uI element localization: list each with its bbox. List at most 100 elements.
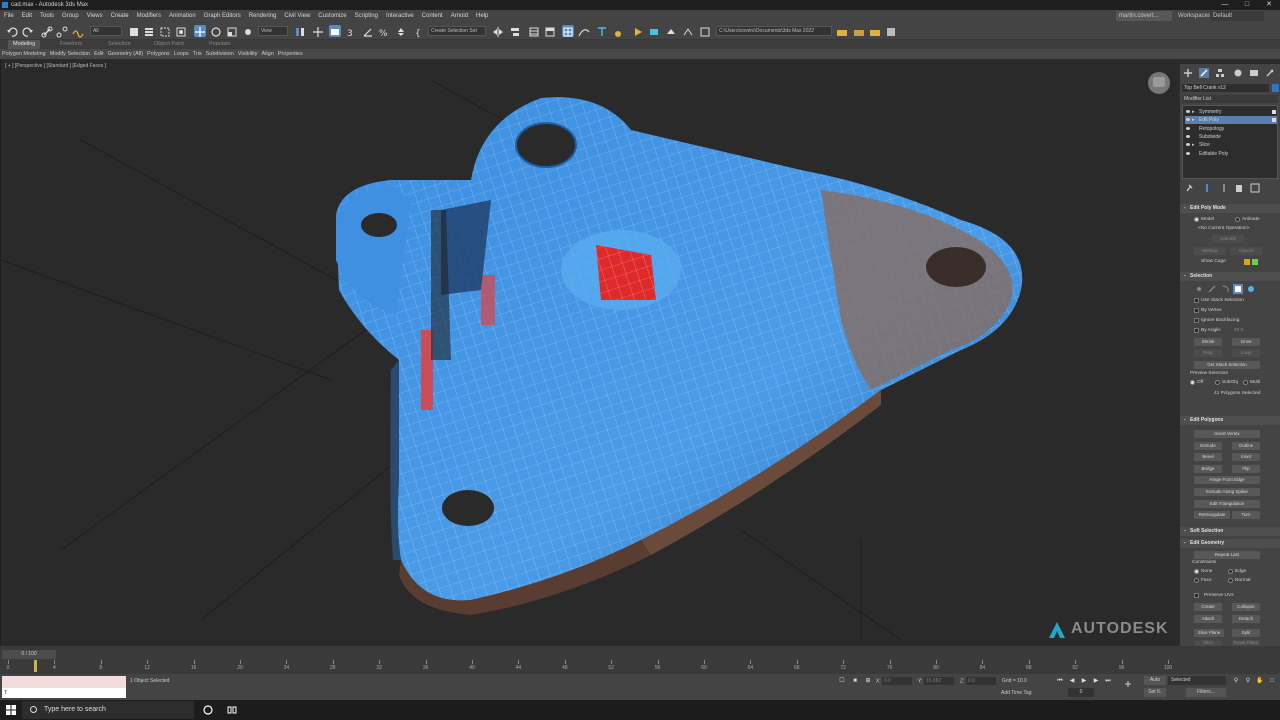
ribbon-panel-tris[interactable]: Tris (191, 49, 204, 59)
display-tab-icon[interactable] (1249, 68, 1259, 78)
rollout-header[interactable]: Soft Selection (1180, 527, 1280, 536)
element-mode-icon[interactable] (1246, 284, 1256, 294)
menu-create[interactable]: Create (107, 10, 133, 22)
edit-triangulation-button[interactable]: Edit Triangulation (1194, 500, 1260, 508)
goto-end-icon[interactable]: ⏭ (1104, 677, 1112, 685)
menu-rendering[interactable]: Rendering (245, 10, 281, 22)
save-folder-icon[interactable] (869, 25, 881, 37)
menu-arnold[interactable]: Arnold (447, 10, 472, 22)
use-stack-selection-checkbox[interactable] (1194, 298, 1199, 303)
task-view-icon[interactable] (227, 705, 237, 715)
ribbon-panel-polygons[interactable]: Polygons (145, 49, 172, 59)
ribbon-panel-align[interactable]: Align (260, 49, 276, 59)
detach-button[interactable]: Detach (1232, 615, 1260, 623)
ribbon-panel-polygon-modeling[interactable]: Polygon Modeling (0, 49, 48, 59)
modifier-list-select[interactable]: Modifier List (1182, 95, 1278, 103)
spinner-snap-icon[interactable] (395, 25, 407, 37)
track-bar[interactable]: 0 4 8 12 16 20 24 28 32 36 40 44 48 52 56 60 64 68 72 76 80 8… (7, 660, 1176, 674)
bevel-button[interactable]: Bevel (1194, 453, 1222, 461)
tab-object-paint[interactable]: Object Paint (154, 40, 184, 49)
zoom-all-icon[interactable]: ⚲ (1244, 677, 1252, 685)
modifier-toggle-icon[interactable] (1272, 110, 1276, 114)
bind-spacewarp-icon[interactable] (72, 25, 84, 38)
render-setup-icon[interactable] (632, 25, 644, 37)
grow-button[interactable]: Grow (1232, 338, 1260, 346)
menu-animation[interactable]: Animation (165, 10, 200, 22)
cage-color-swatch-2[interactable] (1252, 259, 1258, 265)
turn-button[interactable]: Turn (1232, 511, 1260, 519)
ribbon-panel-edit[interactable]: Edit (92, 49, 105, 59)
settings-button[interactable]: Settings (1194, 247, 1226, 255)
menu-modifiers[interactable]: Modifiers (133, 10, 165, 22)
add-time-tag[interactable]: Add Time Tag (1001, 690, 1031, 696)
animate-radio[interactable] (1235, 217, 1240, 222)
menu-views[interactable]: Views (83, 10, 107, 22)
menu-interactive[interactable]: Interactive (382, 10, 418, 22)
project-path-select[interactable]: C:\Users\covers\Documents\3ds Max 2022 (716, 26, 832, 36)
ribbon-panel-properties[interactable]: Properties (276, 49, 305, 59)
schematic-view-icon[interactable] (596, 25, 608, 37)
flip-button[interactable]: Flip (1232, 465, 1260, 473)
project-settings-icon[interactable] (885, 25, 897, 37)
modifier-toggle-icon[interactable] (1272, 118, 1276, 123)
menu-tools[interactable]: Tools (36, 10, 58, 22)
selection-filter-select[interactable]: All (90, 26, 122, 36)
snaps-toggle-icon[interactable]: 3 (346, 25, 358, 39)
maximize-button[interactable]: □ (1236, 0, 1258, 10)
edit-named-sel-icon[interactable]: { (413, 25, 425, 39)
insert-vertex-button[interactable]: Insert Vertex (1194, 430, 1260, 438)
expand-arrow-icon[interactable]: ▸ (1192, 116, 1195, 124)
render-iterative-icon[interactable] (682, 25, 694, 37)
eye-icon[interactable] (1186, 118, 1190, 122)
project-folder-icon[interactable] (836, 25, 848, 37)
windows-start-icon[interactable] (6, 705, 16, 715)
modifier-stack-item[interactable]: ▸ Slice (1185, 141, 1277, 149)
maxscript-input[interactable]: 7 (2, 688, 126, 698)
extrude-button[interactable]: Extrude (1194, 442, 1222, 450)
commit-button[interactable]: Commit (1212, 235, 1244, 243)
eye-icon[interactable] (1186, 143, 1190, 147)
perspective-viewport[interactable]: [ + ] [Perspective ] [Standard ] [Edged … (0, 60, 1176, 646)
preserve-uvs-checkbox[interactable] (1194, 593, 1199, 598)
eye-icon[interactable] (1186, 134, 1190, 138)
bridge-button[interactable]: Bridge (1194, 465, 1222, 473)
time-slider[interactable]: 0 / 100 (2, 650, 56, 659)
toggle-ribbon-icon[interactable] (544, 25, 556, 37)
model-radio[interactable] (1194, 217, 1199, 222)
ignore-backfacing-checkbox[interactable] (1194, 318, 1199, 323)
auto-key-button[interactable]: Auto (1144, 676, 1166, 685)
taskbar-search-input[interactable]: Type here to search (22, 701, 194, 719)
cage-color-swatch-1[interactable] (1244, 259, 1250, 265)
tab-freeform[interactable]: Freeform (60, 40, 82, 49)
constraint-normal-radio[interactable] (1228, 578, 1233, 583)
rollout-header[interactable]: Edit Polygons (1180, 416, 1280, 425)
viewport-label[interactable]: [ + ] [Perspective ] [Standard ] [Edged … (5, 63, 106, 69)
pin-stack-icon[interactable] (1184, 183, 1194, 193)
select-by-name-icon[interactable] (143, 25, 155, 37)
abs-mode-icon[interactable]: ⊞ (864, 677, 872, 685)
reference-coord-select[interactable]: View (258, 26, 288, 36)
tab-populate[interactable]: Populate (209, 40, 231, 49)
shrink-button[interactable]: Shrink (1194, 338, 1222, 346)
modify-tab-icon[interactable] (1199, 68, 1209, 78)
workspace-select[interactable]: Default (1210, 11, 1264, 21)
get-stack-selection-button[interactable]: Get Stack Selection (1194, 361, 1260, 369)
zoom-icon[interactable]: ⚲ (1232, 677, 1240, 685)
open-folder-icon[interactable] (853, 25, 865, 37)
modifier-stack-item[interactable]: ▸ Symmetry (1185, 108, 1277, 116)
polygon-mode-icon[interactable] (1233, 284, 1243, 294)
move-icon[interactable] (194, 25, 206, 37)
constraint-face-radio[interactable] (1194, 578, 1199, 583)
goto-start-icon[interactable]: ⏮ (1056, 677, 1064, 685)
key-filter-select[interactable]: Selected (1168, 676, 1226, 685)
menu-edit[interactable]: Edit (18, 10, 36, 22)
constraint-none-radio[interactable] (1194, 569, 1199, 574)
split-button[interactable]: Split (1232, 629, 1260, 637)
render-production-icon[interactable] (665, 25, 677, 37)
material-editor-icon[interactable] (614, 25, 626, 37)
time-cursor[interactable] (34, 660, 37, 672)
motion-tab-icon[interactable] (1233, 68, 1243, 78)
rotate-icon[interactable] (210, 25, 222, 37)
outline-button[interactable]: Outline (1232, 442, 1260, 450)
user-account[interactable]: martin.covert... (1116, 11, 1172, 21)
